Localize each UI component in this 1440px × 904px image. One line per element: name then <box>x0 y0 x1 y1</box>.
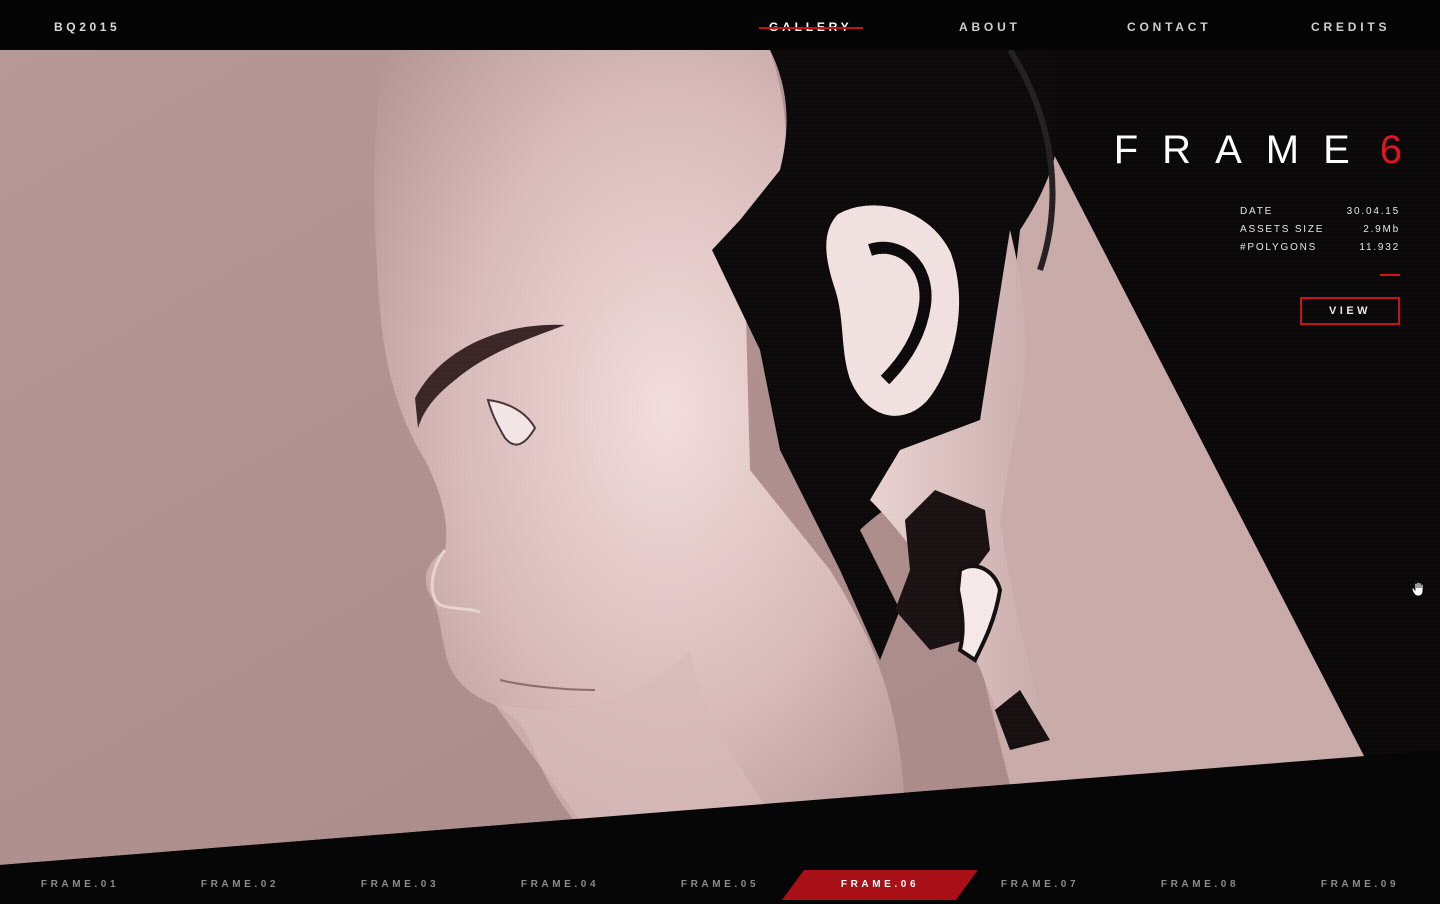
strip-item-frame-05[interactable]: FRAME.05 <box>640 866 800 900</box>
strip-item-frame-06[interactable]: FRAME.06 <box>800 866 960 900</box>
meta-value: 30.04.15 <box>1346 206 1400 217</box>
strip-item-frame-03[interactable]: FRAME.03 <box>320 866 480 900</box>
meta-value: 2.9Mb <box>1363 224 1400 235</box>
hero-stage <box>0 50 1440 900</box>
nav-item-about[interactable]: ABOUT <box>959 20 1021 34</box>
hero-artwork <box>0 50 1440 900</box>
meta-label: DATE <box>1240 206 1274 217</box>
strip-item-frame-04[interactable]: FRAME.04 <box>480 866 640 900</box>
meta-row-date: DATE 30.04.15 <box>1240 206 1400 224</box>
frame-number: 6 <box>1379 128 1402 172</box>
frame-title: FRAME 6 <box>1114 128 1402 173</box>
meta-row-assets-size: ASSETS SIZE 2.9Mb <box>1240 224 1400 242</box>
active-strike-line <box>759 27 863 29</box>
nav-item-credits[interactable]: CREDITS <box>1311 20 1390 34</box>
strip-item-frame-02[interactable]: FRAME.02 <box>160 866 320 900</box>
frame-strip: FRAME.01 FRAME.02 FRAME.03 FRAME.04 FRAM… <box>0 866 1440 900</box>
meta-label: #POLYGONS <box>1240 242 1318 253</box>
strip-item-frame-01[interactable]: FRAME.01 <box>0 866 160 900</box>
nav-item-contact[interactable]: CONTACT <box>1127 20 1211 34</box>
view-button[interactable]: VIEW <box>1300 297 1400 325</box>
strip-item-frame-08[interactable]: FRAME.08 <box>1120 866 1280 900</box>
brand-logo[interactable]: BQ2015 <box>54 20 120 34</box>
frame-meta: DATE 30.04.15 ASSETS SIZE 2.9Mb #POLYGON… <box>1240 206 1400 260</box>
strip-item-frame-09[interactable]: FRAME.09 <box>1280 866 1440 900</box>
meta-row-polygons: #POLYGONS 11.932 <box>1240 242 1400 260</box>
top-bar: BQ2015 GALLERY ABOUT CONTACT CREDITS <box>0 0 1440 50</box>
meta-value: 11.932 <box>1359 242 1400 253</box>
strip-item-frame-07[interactable]: FRAME.07 <box>960 866 1120 900</box>
grab-hand-cursor-icon <box>1411 581 1424 597</box>
accent-dash <box>1380 274 1400 276</box>
frame-title-word: FRAME <box>1113 128 1374 172</box>
nav-item-gallery[interactable]: GALLERY <box>759 20 863 34</box>
meta-label: ASSETS SIZE <box>1240 224 1325 235</box>
